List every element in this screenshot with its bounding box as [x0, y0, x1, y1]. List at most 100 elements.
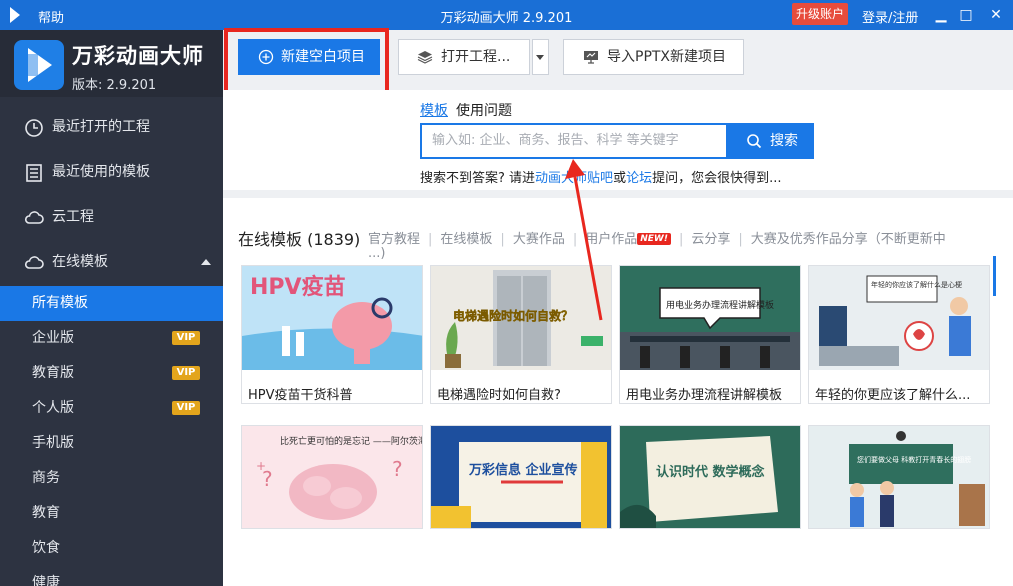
sidebar-item-recent-templates[interactable]: 最近使用的模板 — [0, 150, 223, 195]
subitem-label: 饮食 — [32, 540, 60, 556]
template-card[interactable]: 比死亡更可怕的是忘记 ——阿尔茨海默症 ? ? + — [241, 425, 423, 529]
title-bar: 帮助 万彩动画大师 2.9.201 升级账户 登录/注册 ▁ □ ✕ — [0, 0, 1013, 30]
chevron-up-icon[interactable] — [201, 259, 211, 265]
sidebar-subitem-health[interactable]: 健康 — [0, 566, 223, 586]
subitem-label: 企业版 — [32, 330, 74, 346]
sidebar-item-label: 最近打开的工程 — [52, 119, 150, 135]
sidebar-subitem-personal[interactable]: 个人版 VIP — [0, 391, 223, 426]
template-title: 用电业务办理流程讲解模板 — [626, 388, 783, 403]
category-tab[interactable]: 官方教程 — [368, 232, 420, 247]
brand-header: 万彩动画大师 版本: 2.9.201 — [0, 30, 223, 97]
thumb-text: 用电业务办理流程讲解模板 — [666, 299, 774, 311]
subitem-label: 商务 — [32, 470, 60, 486]
search-button[interactable]: 搜索 — [726, 123, 814, 159]
button-label: 打开工程... — [441, 49, 511, 65]
category-tab[interactable]: 在线模板 — [440, 232, 492, 247]
close-button[interactable]: ✕ — [986, 5, 1006, 25]
forum-link[interactable]: 论坛 — [626, 171, 652, 186]
template-title: HPV疫苗干货科普 — [248, 388, 353, 403]
hint-text: 或 — [613, 171, 627, 186]
sidebar-item-recent-projects[interactable]: 最近打开的工程 — [0, 105, 223, 150]
template-title: 年轻的你更应该了解什么... — [815, 388, 971, 403]
vip-badge: VIP — [172, 366, 200, 380]
open-project-button[interactable]: 打开工程... — [398, 39, 530, 75]
button-label: 新建空白项目 — [281, 49, 365, 65]
login-register-link[interactable]: 登录/注册 — [862, 7, 918, 26]
search-area: 模板 使用问题 输入如: 企业、商务、报告、科学 等关键字 搜索 搜索不到答案?… — [223, 90, 1013, 190]
thumb-text: 比死亡更可怕的是忘记 ——阿尔茨海默症 — [280, 435, 423, 447]
thumb-text: 万彩信息 企业宣传 — [468, 462, 578, 478]
subitem-label: 教育版 — [32, 365, 74, 381]
sidebar-subitem-mobile[interactable]: 手机版 — [0, 426, 223, 461]
app-version: 版本: 2.9.201 — [72, 78, 157, 93]
forum-tieba-link[interactable]: 动画大师贴吧 — [535, 171, 613, 186]
subitem-label: 手机版 — [32, 435, 74, 451]
new-badge: NEW! — [637, 233, 671, 245]
plus-circle-icon — [258, 49, 274, 65]
app-name: 万彩动画大师 — [72, 44, 204, 68]
template-thumbnail: HPV疫苗 — [242, 266, 422, 370]
sidebar-item-label: 在线模板 — [52, 254, 108, 270]
app-logo-icon — [14, 40, 64, 90]
sidebar-subitem-education-edition[interactable]: 教育版 VIP — [0, 356, 223, 391]
open-project-dropdown[interactable] — [532, 39, 549, 75]
template-thumbnail: 您们要做父母 科教打开青春长的翅膀 — [809, 426, 989, 528]
template-card[interactable]: 认识时代 数学概念 — [619, 425, 801, 529]
template-title: 电梯遇险时如何自救? — [437, 388, 561, 403]
sidebar-subitem-all-templates[interactable]: 所有模板 — [0, 286, 223, 321]
cloud-icon — [24, 211, 44, 224]
button-label: 搜索 — [770, 133, 798, 149]
sidebar-item-cloud-projects[interactable]: 云工程 — [0, 195, 223, 240]
layers-icon — [417, 51, 433, 64]
toolbar: 新建空白项目 打开工程... 导入PPTX新建项目 — [223, 28, 1013, 98]
template-card[interactable]: HPV疫苗 HPV疫苗干货科普 — [241, 265, 423, 404]
help-menu[interactable]: 帮助 — [38, 7, 64, 26]
template-card[interactable]: 年轻的你应该了解什么是心梗 年轻的你更应该了解什么... — [808, 265, 990, 404]
sidebar-item-online-templates[interactable]: 在线模板 — [0, 240, 223, 285]
category-tab[interactable]: 大赛及优秀作品分享（不断更新中 — [751, 232, 946, 247]
template-list-icon — [26, 164, 42, 182]
template-card[interactable]: 电梯遇险时如何自救？ 电梯遇险时如何自救? — [430, 265, 612, 404]
online-templates-heading: 在线模板 (1839) — [238, 230, 361, 249]
subitem-label: 个人版 — [32, 400, 74, 416]
button-label: 导入PPTX新建项目 — [607, 49, 727, 65]
subitem-label: 所有模板 — [32, 295, 88, 311]
tab-faq[interactable]: 使用问题 — [456, 100, 512, 120]
category-tab[interactable]: 用户作品 — [585, 232, 637, 247]
template-category-tabs: 官方教程 | 在线模板 | 大赛作品 | 用户作品 NEW! | 云分享 | 大赛及优秀作品分享（不断… — [368, 232, 946, 247]
scrollbar-thumb[interactable] — [993, 256, 996, 296]
category-overflow-text: ...) — [368, 246, 386, 261]
maximize-button[interactable]: □ — [956, 5, 976, 25]
hint-text: 提问，您会很快得到... — [652, 171, 782, 186]
category-tab[interactable]: 云分享 — [691, 232, 730, 247]
template-thumbnail: 电梯遇险时如何自救？ — [431, 266, 611, 370]
sidebar-subitem-education[interactable]: 教育 — [0, 496, 223, 531]
import-pptx-button[interactable]: 导入PPTX新建项目 — [563, 39, 744, 75]
tab-templates[interactable]: 模板 — [420, 100, 448, 120]
minimize-button[interactable]: ▁ — [931, 5, 951, 25]
search-hint: 搜索不到答案? 请进动画大师贴吧或论坛提问，您会很快得到... — [420, 167, 782, 186]
upgrade-account-button[interactable]: 升级账户 — [792, 3, 848, 25]
thumb-text: 电梯遇险时如何自救？ — [453, 308, 573, 323]
template-thumbnail: 年轻的你应该了解什么是心梗 — [809, 266, 989, 370]
sidebar-subitem-enterprise[interactable]: 企业版 VIP — [0, 321, 223, 356]
main-panel: 新建空白项目 打开工程... 导入PPTX新建项目 模板 使用问题 输入如: 企… — [223, 28, 1013, 586]
search-input[interactable]: 输入如: 企业、商务、报告、科学 等关键字 — [420, 123, 727, 159]
template-thumbnail: 认识时代 数学概念 — [620, 426, 800, 528]
template-card[interactable]: 万彩信息 企业宣传 — [430, 425, 612, 529]
clock-icon — [25, 119, 43, 137]
sidebar-subitem-food[interactable]: 饮食 — [0, 531, 223, 566]
template-thumbnail: 万彩信息 企业宣传 — [431, 426, 611, 528]
category-tab[interactable]: 大赛作品 — [513, 232, 565, 247]
new-blank-project-button[interactable]: 新建空白项目 — [238, 39, 380, 75]
hint-text: 搜索不到答案? 请进 — [420, 171, 536, 186]
thumb-text: HPV疫苗 — [250, 274, 346, 300]
chevron-down-icon — [536, 55, 544, 60]
template-thumbnail: 比死亡更可怕的是忘记 ——阿尔茨海默症 ? ? + — [242, 426, 423, 528]
sidebar-item-label: 最近使用的模板 — [52, 164, 150, 180]
sidebar-item-label: 云工程 — [52, 209, 94, 225]
template-card[interactable]: 用电业务办理流程讲解模板 用电业务办理流程讲解模板 — [619, 265, 801, 404]
thumb-text: 认识时代 数学概念 — [656, 464, 765, 480]
sidebar-subitem-business[interactable]: 商务 — [0, 461, 223, 496]
template-card[interactable]: 您们要做父母 科教打开青春长的翅膀 — [808, 425, 990, 529]
